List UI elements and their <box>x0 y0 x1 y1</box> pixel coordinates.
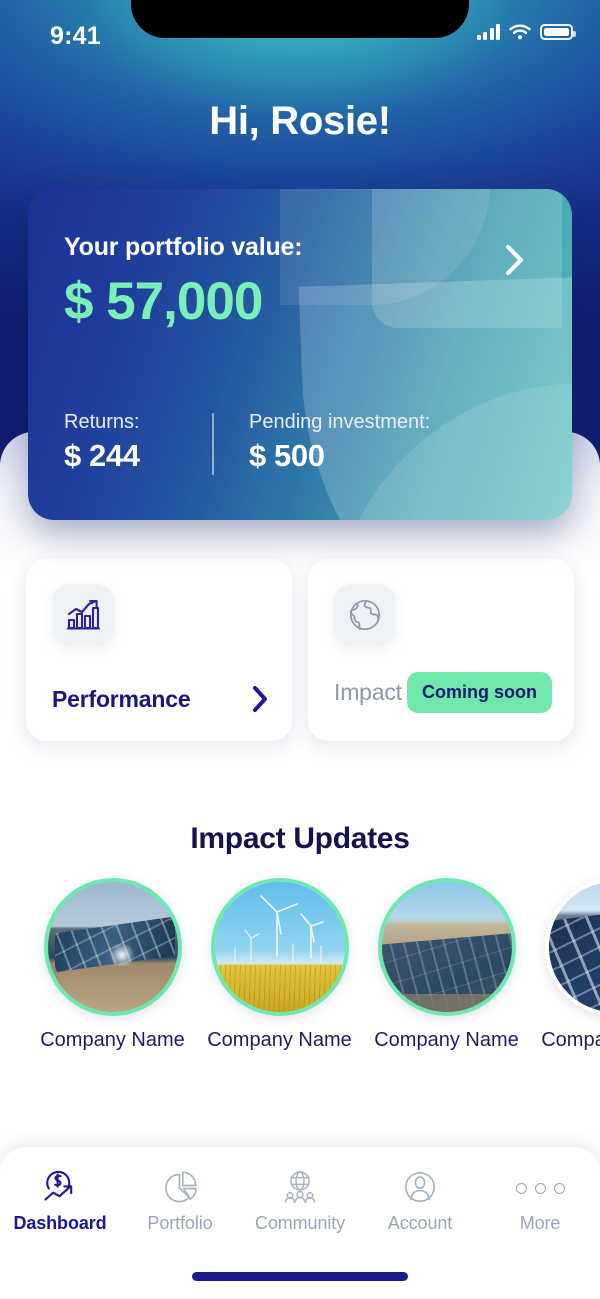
wind-turbine-field-photo <box>214 882 345 1012</box>
dollar-growth-icon <box>39 1165 81 1211</box>
portfolio-stats: Returns: $ 244 Pending investment: $ 500 <box>64 411 430 475</box>
three-dots-icon <box>515 1165 565 1211</box>
nav-item-account[interactable]: Account <box>360 1161 480 1247</box>
story-company-name: Company Name <box>40 1029 185 1051</box>
bottom-nav-items: Dashboard Portfolio Community Account Mo… <box>0 1161 600 1247</box>
coming-soon-badge: Coming soon <box>407 672 552 713</box>
status-bar: 9:41 <box>0 0 600 62</box>
story-ring <box>43 878 182 1016</box>
nav-item-portfolio[interactable]: Portfolio <box>120 1161 240 1247</box>
story-company-name: Company Name <box>207 1029 352 1051</box>
home-indicator <box>192 1272 408 1281</box>
impact-card-title: Impact <box>334 679 402 705</box>
impact-story-item[interactable]: Company Name <box>363 878 530 1108</box>
portfolio-label: Your portfolio value: <box>64 233 303 261</box>
portfolio-value-card[interactable]: Your portfolio value: $ 57,000 Returns: … <box>28 189 572 520</box>
nav-label: Portfolio <box>147 1213 213 1233</box>
nav-label: Dashboard <box>13 1213 107 1233</box>
nav-item-more[interactable]: More <box>480 1161 600 1247</box>
aerial-solar-farm-photo <box>381 882 512 1012</box>
solar-panel-field-photo <box>47 882 178 1012</box>
impact-story-item[interactable]: Company Name <box>530 878 600 1108</box>
impact-card-footer: Impact Coming soon <box>334 672 552 713</box>
globe-people-icon <box>279 1165 321 1211</box>
story-company-name: Company Name <box>374 1029 519 1051</box>
wifi-icon <box>509 24 531 40</box>
feature-cards-row: Performance Impact Coming soon <box>26 559 574 741</box>
nav-item-community[interactable]: Community <box>240 1161 360 1247</box>
phone-screen: 9:41 Hi, Rosie! Your portfolio value: $ … <box>0 0 600 1299</box>
bar-chart-growth-icon <box>52 584 114 646</box>
portfolio-stat-returns: Returns: $ 244 <box>64 411 182 474</box>
story-ring <box>377 878 516 1016</box>
stat-value: $ 500 <box>249 438 325 473</box>
page-title: Hi, Rosie! <box>209 99 391 143</box>
pie-chart-icon <box>159 1165 201 1211</box>
performance-card-footer: Performance <box>52 685 270 713</box>
cellular-signal-icon <box>476 24 500 40</box>
portfolio-chevron-right-icon[interactable] <box>502 243 528 277</box>
performance-chevron-right-icon[interactable] <box>250 685 270 713</box>
impact-updates-carousel[interactable]: Company Name Company Name Company Name C… <box>0 878 600 1108</box>
nav-label: Community <box>254 1213 346 1233</box>
impact-card[interactable]: Impact Coming soon <box>308 559 574 741</box>
portfolio-value: $ 57,000 <box>64 272 263 331</box>
globe-icon <box>334 584 396 646</box>
bottom-navigation-bar: Dashboard Portfolio Community Account Mo… <box>0 1147 600 1299</box>
impact-updates-title: Impact Updates <box>190 822 410 855</box>
stat-value: $ 244 <box>64 438 140 473</box>
story-company-name: Company Name <box>541 1029 600 1051</box>
stat-divider <box>212 413 214 475</box>
impact-story-item[interactable]: Company Name <box>196 878 363 1108</box>
stat-label: Returns: <box>64 411 140 433</box>
nav-label: More <box>519 1213 561 1233</box>
portfolio-stat-pending: Pending investment: $ 500 <box>249 411 430 474</box>
solar-panel-closeup-photo <box>548 882 600 1012</box>
stat-label: Pending investment: <box>249 411 431 433</box>
battery-icon <box>540 24 576 40</box>
story-ring <box>545 878 600 1016</box>
performance-card-title: Performance <box>52 685 191 712</box>
nav-label: Account <box>387 1213 453 1233</box>
user-circle-icon <box>399 1165 441 1211</box>
status-bar-clock: 9:41 <box>50 22 101 50</box>
status-bar-indicators <box>476 24 576 40</box>
device-notch <box>131 0 469 38</box>
performance-card[interactable]: Performance <box>26 559 292 741</box>
turbines-overlay <box>234 895 324 963</box>
impact-story-item[interactable]: Company Name <box>29 878 196 1108</box>
nav-item-dashboard[interactable]: Dashboard <box>0 1161 120 1247</box>
story-ring <box>210 878 349 1016</box>
